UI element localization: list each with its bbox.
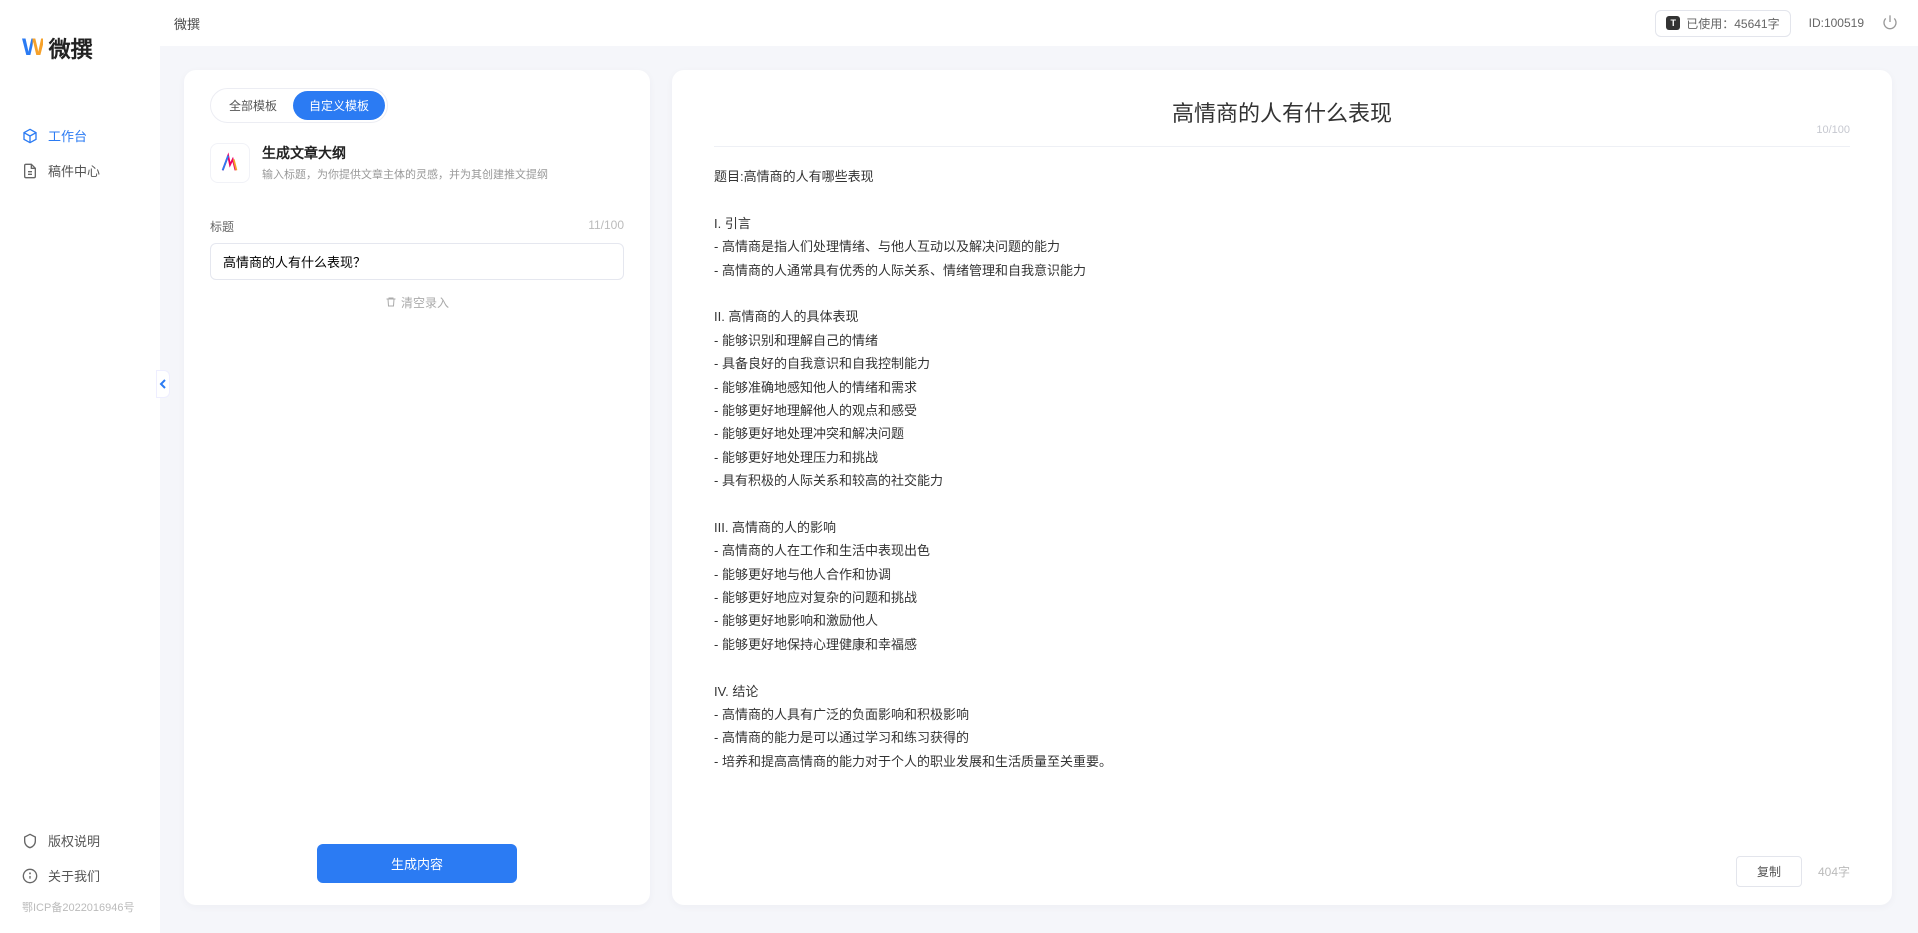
template-card: 生成文章大纲 输入标题，为你提供文章主体的灵感，并为其创建推文提纲 <box>210 137 624 202</box>
sidebar-item-drafts[interactable]: 稿件中心 <box>0 153 160 188</box>
sidebar: W 微撰 工作台 稿件中心 版权说明 <box>0 0 160 933</box>
doc-header: 高情商的人有什么表现 10/100 <box>714 96 1850 147</box>
sidebar-bottom: 版权说明 关于我们 鄂ICP备2022016946号 <box>0 823 160 933</box>
doc-footer: 复制 404字 <box>714 842 1850 887</box>
nav-label: 关于我们 <box>48 866 100 885</box>
logo-icon: W <box>22 34 43 62</box>
usage-icon: T <box>1666 16 1680 30</box>
breadcrumb: 微撰 <box>174 14 200 33</box>
copy-button[interactable]: 复制 <box>1736 856 1802 887</box>
trash-icon <box>385 296 397 308</box>
word-count-stat: 404字 <box>1818 863 1850 880</box>
main-area: 微撰 T 已使用：45641字 ID:100519 全部模板 自定义模板 <box>160 0 1918 933</box>
title-field-label: 标题 <box>210 218 234 235</box>
chevron-left-icon <box>159 379 167 389</box>
workspace: 全部模板 自定义模板 生成文章大纲 输入标题，为你提供文章主体的灵感，并为其创建… <box>160 46 1918 933</box>
user-id-label: ID:100519 <box>1809 16 1864 30</box>
title-field-header: 标题 11/100 <box>210 218 624 235</box>
title-input[interactable] <box>210 243 624 280</box>
template-icon <box>210 143 250 183</box>
info-icon <box>22 868 38 884</box>
sidebar-item-workspace[interactable]: 工作台 <box>0 118 160 153</box>
icp-text: 鄂ICP备2022016946号 <box>0 893 160 925</box>
output-panel: 高情商的人有什么表现 10/100 题目:高情商的人有哪些表现 I. 引言 - … <box>672 70 1892 905</box>
nav-label: 版权说明 <box>48 831 100 850</box>
main-nav: 工作台 稿件中心 <box>0 88 160 823</box>
usage-text: 已使用：45641字 <box>1686 15 1779 32</box>
nav-label: 工作台 <box>48 126 87 145</box>
sidebar-item-about[interactable]: 关于我们 <box>0 858 160 893</box>
input-panel: 全部模板 自定义模板 生成文章大纲 输入标题，为你提供文章主体的灵感，并为其创建… <box>184 70 650 905</box>
template-tabs: 全部模板 自定义模板 <box>210 88 388 123</box>
topbar: 微撰 T 已使用：45641字 ID:100519 <box>160 0 1918 46</box>
doc-title[interactable]: 高情商的人有什么表现 <box>714 96 1850 128</box>
sidebar-collapse-button[interactable] <box>156 370 170 398</box>
logo-text: 微撰 <box>49 32 93 64</box>
doc-body[interactable]: 题目:高情商的人有哪些表现 I. 引言 - 高情商是指人们处理情绪、与他人互动以… <box>714 165 1850 842</box>
sidebar-item-copyright[interactable]: 版权说明 <box>0 823 160 858</box>
cube-icon <box>22 128 38 144</box>
usage-pill[interactable]: T 已使用：45641字 <box>1655 10 1790 37</box>
shield-icon <box>22 833 38 849</box>
nav-label: 稿件中心 <box>48 161 100 180</box>
generate-button[interactable]: 生成内容 <box>317 844 517 883</box>
document-icon <box>22 163 38 179</box>
template-title: 生成文章大纲 <box>262 143 548 163</box>
doc-title-counter: 10/100 <box>1816 124 1850 136</box>
tab-all-templates[interactable]: 全部模板 <box>213 91 293 120</box>
app-logo: W 微撰 <box>0 0 160 88</box>
clear-label: 清空录入 <box>401 294 449 311</box>
tab-custom-templates[interactable]: 自定义模板 <box>293 91 385 120</box>
power-icon[interactable] <box>1882 14 1898 33</box>
title-char-counter: 11/100 <box>588 218 624 235</box>
clear-button[interactable]: 清空录入 <box>210 280 624 325</box>
template-desc: 输入标题，为你提供文章主体的灵感，并为其创建推文提纲 <box>262 167 548 184</box>
topbar-right: T 已使用：45641字 ID:100519 <box>1655 10 1898 37</box>
